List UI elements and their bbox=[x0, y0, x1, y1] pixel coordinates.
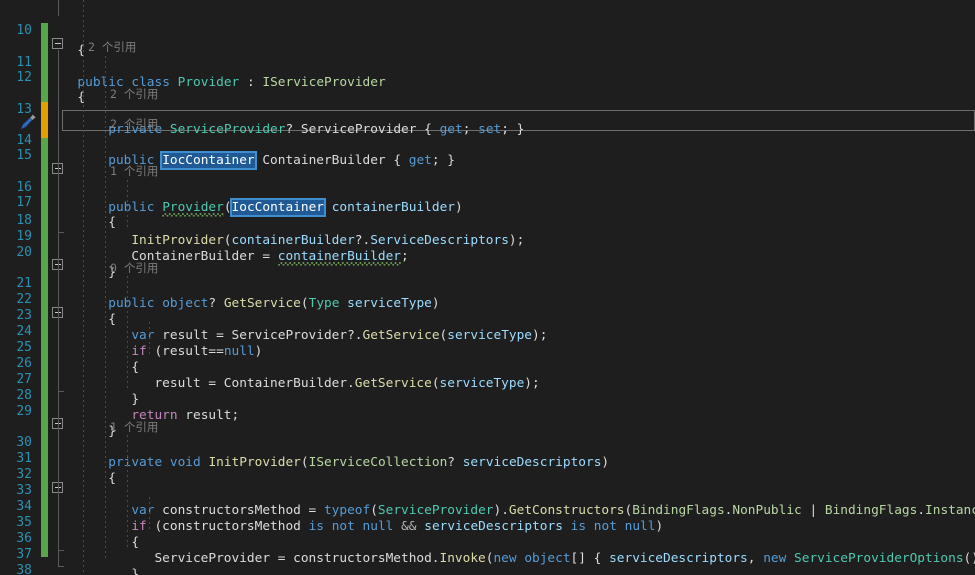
indent-guide-4 bbox=[127, 276, 128, 388]
indent-guide-1 bbox=[83, 0, 84, 575]
fold-guide-end-initprovider bbox=[57, 550, 64, 551]
fold-guide-initprovider bbox=[57, 430, 59, 550]
fold-guide-outer bbox=[57, 0, 59, 16]
fold-toggle-11[interactable] bbox=[52, 38, 63, 49]
indent-guide-6 bbox=[127, 435, 128, 547]
editor-row: 39 } bbox=[0, 558, 975, 575]
fold-guide-end-ctor bbox=[57, 232, 64, 233]
code-editor[interactable]: 9 public class Provider 10 { 2 个引用 11 pu… bbox=[0, 0, 975, 575]
fold-guide-ctor bbox=[57, 175, 59, 232]
indent-guide-3 bbox=[127, 180, 128, 230]
indent-guide-2 bbox=[105, 56, 106, 561]
editor-row: 17 { bbox=[0, 174, 975, 229]
indent-guide-7 bbox=[149, 497, 150, 529]
indent-guide-5 bbox=[149, 322, 150, 354]
fold-guide-end-getservice bbox=[57, 391, 64, 392]
fold-guide-getservice bbox=[57, 271, 59, 391]
fold-guide-end-class bbox=[57, 566, 64, 567]
